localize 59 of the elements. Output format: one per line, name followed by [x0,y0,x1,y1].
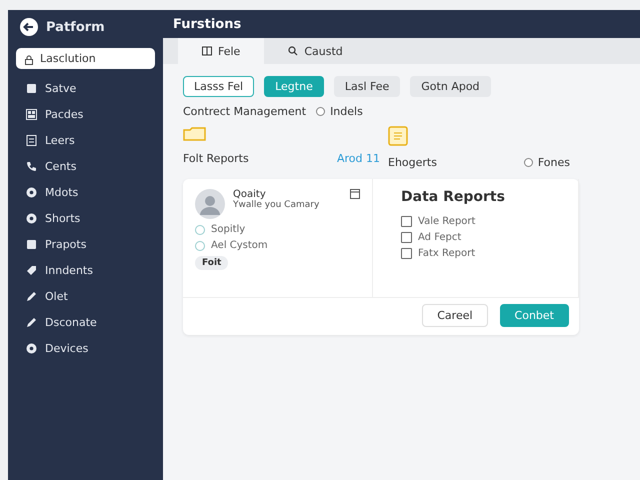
checkbox[interactable] [401,248,412,259]
sidebar-item[interactable]: Prapots [45,238,86,250]
profile-item: Sopitly [211,224,246,235]
circle-icon [26,342,37,354]
radio-button[interactable] [316,107,326,116]
filter-chip[interactable]: Gotn Apod [410,76,491,97]
pen-icon [26,290,37,302]
radio-label: Fones [538,156,570,169]
filter-chip[interactable]: Lasss Fel [183,76,254,97]
note-icon [388,126,408,146]
cancel-button[interactable]: Careel [422,304,488,327]
lock-icon [24,55,34,65]
folder-icon [183,126,207,142]
circle-icon [26,186,37,198]
filter-chip[interactable]: Lasl Fee [334,76,400,97]
sidebar-item[interactable]: Shorts [45,212,80,224]
radio-button[interactable] [524,158,533,167]
sidebar-item[interactable]: Devices [45,342,88,354]
check-circle-icon [195,224,205,234]
book-icon [202,46,212,56]
tag: Foit [195,256,228,270]
search-icon [288,46,298,56]
header-title: Furstions [163,10,640,38]
sidebar-item[interactable]: Dsconate [45,316,97,328]
checkbox[interactable] [401,232,412,243]
checkbox-label: Ad Fepct [418,232,462,243]
checkbox-label: Vale Report [418,216,476,227]
search-field[interactable]: Lasclution [16,48,155,69]
circle-icon [26,212,37,224]
check-circle-icon [195,240,205,250]
phone-icon [26,160,37,172]
sidebar-item[interactable]: Satve [45,82,76,94]
window-icon[interactable] [350,189,360,199]
sidebar-item[interactable]: Cents [45,160,76,172]
avatar-icon [195,189,225,219]
sidebar-item[interactable]: Inndents [45,264,93,276]
section-title: Contrect Management [183,105,306,118]
radio-label: Indels [330,105,363,118]
profile-name: Qoaity [233,189,267,200]
sidebar-item[interactable]: Pacdes [45,108,84,120]
pen-icon [26,316,37,328]
tab[interactable]: Fele [178,38,264,64]
checkbox[interactable] [401,216,412,227]
app-title: Patform [46,20,105,34]
group-title: Ehogerts [388,156,437,169]
tab[interactable]: Caustd [264,38,367,64]
profile-item: Ael Cystom [211,240,268,251]
square-icon [26,82,37,94]
sidebar-item[interactable]: Leers [45,134,75,146]
sidebar-item[interactable]: Olet [45,290,68,302]
group-title: Folt Reports [183,152,249,165]
checkbox-label: Fatx Report [418,248,476,259]
document-icon [26,134,37,146]
profile-subtitle: Ywalle you Camary [233,200,320,210]
sidebar-item[interactable]: Mdots [45,186,78,198]
tag-icon [26,264,37,276]
card-title: Data Reports [401,189,506,205]
grid-icon [26,108,37,120]
square-icon [26,238,37,250]
